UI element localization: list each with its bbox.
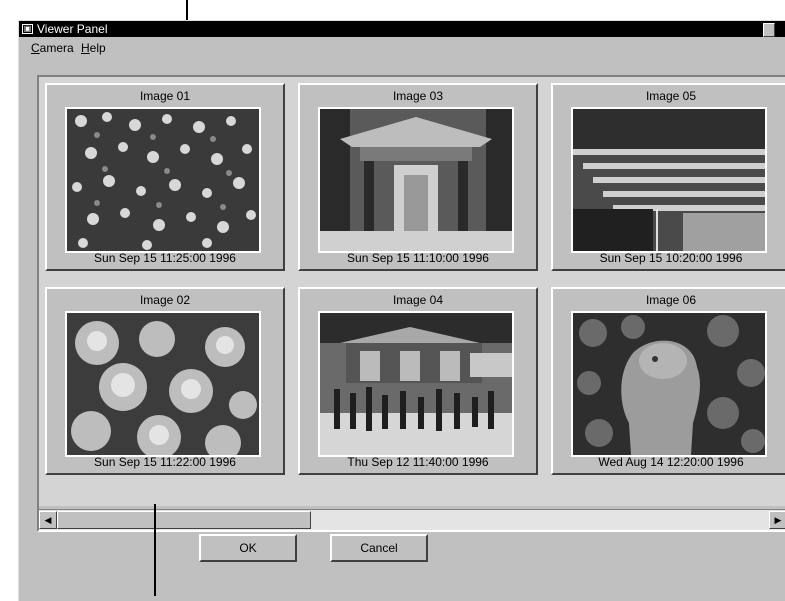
image-card[interactable]: Image 05 Sun Sep 15 10:20:00 1996 (551, 83, 785, 271)
image-card[interactable]: Image 01 Sun Sep 15 11:25:00 1996 (45, 83, 285, 271)
image-title: Image 03 (392, 89, 444, 103)
left-arrow-icon[interactable]: ◀ (39, 511, 57, 529)
image-title: Image 04 (392, 293, 444, 307)
title-bar[interactable]: ▣ Viewer Panel (19, 21, 785, 37)
image-date: Sun Sep 15 11:25:00 1996 (94, 251, 236, 265)
image-date: Wed Aug 14 12:20:00 1996 (598, 455, 744, 469)
image-thumbnail[interactable] (318, 311, 514, 457)
image-thumbnail[interactable] (65, 311, 261, 457)
app-icon: ▣ (22, 24, 33, 34)
image-thumbnail[interactable] (571, 107, 767, 253)
image-card[interactable]: Image 06 Wed Aug 14 12:20:00 1996 (551, 287, 785, 475)
scrollbar-thumb[interactable] (57, 511, 311, 529)
callout-line-bottom (154, 504, 156, 596)
image-title: Image 02 (139, 293, 191, 307)
image-title: Image 05 (645, 89, 697, 103)
menu-help-accel: H (81, 41, 90, 55)
image-title: Image 01 (139, 89, 191, 103)
image-date: Sun Sep 15 11:10:00 1996 (347, 251, 489, 265)
image-thumbnail[interactable] (571, 311, 767, 457)
image-thumbnail[interactable] (65, 107, 261, 253)
menu-camera-rest: amera (39, 41, 74, 55)
thumbnail-area: Image 01 Sun Sep 15 11:25:00 1996 Image … (39, 77, 785, 506)
ok-button[interactable]: OK (199, 534, 297, 562)
viewer-panel-window: ▣ Viewer Panel Camera Help Image 01 Sun … (18, 20, 785, 601)
horizontal-scrollbar[interactable]: ◀ ▶ (39, 509, 785, 530)
image-card[interactable]: Image 02 Sun Sep 15 11:22:00 1996 (45, 287, 285, 475)
image-thumbnail[interactable] (318, 107, 514, 253)
window-title: Viewer Panel (37, 22, 108, 36)
image-card[interactable]: Image 04 Thu Sep 12 11:40:00 1996 (298, 287, 538, 475)
menu-help-rest: elp (89, 41, 106, 55)
image-date: Thu Sep 12 11:40:00 1996 (347, 455, 489, 469)
image-card[interactable]: Image 03 Sun Sep 15 11:10:00 1996 (298, 83, 538, 271)
window-control-button[interactable] (763, 23, 775, 37)
image-date: Sun Sep 15 10:20:00 1996 (599, 251, 743, 265)
image-date: Sun Sep 15 11:22:00 1996 (94, 455, 236, 469)
thumbnail-panel: Image 01 Sun Sep 15 11:25:00 1996 Image … (37, 75, 785, 532)
menu-camera[interactable]: Camera (29, 39, 76, 57)
image-title: Image 06 (645, 293, 697, 307)
right-arrow-icon[interactable]: ▶ (769, 511, 785, 529)
menu-help[interactable]: Help (79, 39, 108, 57)
cancel-button[interactable]: Cancel (330, 534, 428, 562)
menu-camera-accel: C (31, 41, 40, 55)
